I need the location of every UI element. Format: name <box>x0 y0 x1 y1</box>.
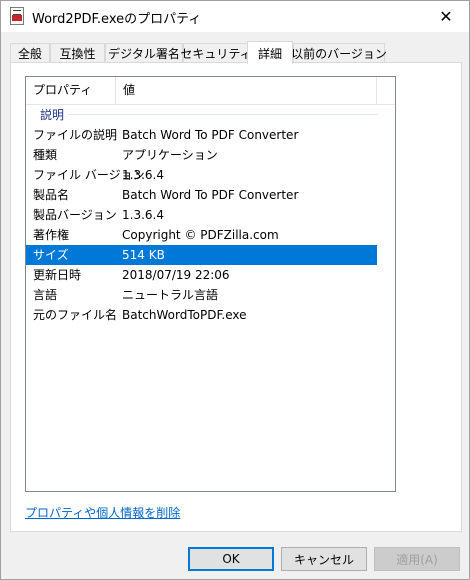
tab-digital-signatures[interactable]: デジタル署名 <box>105 43 183 63</box>
group-header-description: 説明 <box>26 105 395 123</box>
row-value: アプリケーション <box>122 148 218 162</box>
row-value: 1.3.6.4 <box>122 168 164 182</box>
row-key: 種類 <box>33 148 58 162</box>
cancel-button[interactable]: キャンセル <box>281 547 367 571</box>
apply-button[interactable]: 適用(A) <box>374 547 460 571</box>
row-key: 製品名 <box>33 188 70 202</box>
title-bar: Word2PDF.exeのプロパティ ✕ <box>1 1 469 32</box>
window-title: Word2PDF.exeのプロパティ <box>32 12 202 27</box>
list-row-date-modified[interactable]: 更新日時 2018/07/19 22:06 <box>26 265 377 285</box>
list-row-copyright[interactable]: 著作権 Copyright © PDFZilla.com <box>26 225 377 245</box>
list-row-type[interactable]: 種類 アプリケーション <box>26 145 377 165</box>
row-value: ニュートラル言語 <box>122 288 219 302</box>
list-row-original-filename[interactable]: 元のファイル名 BatchWordToPDF.exe <box>26 305 377 325</box>
list-row-file-description[interactable]: ファイルの説明 Batch Word To PDF Converter <box>26 125 377 145</box>
row-value: 514 KB <box>122 248 165 262</box>
row-key: ファイルの説明 <box>33 128 118 142</box>
row-value: BatchWordToPDF.exe <box>122 308 247 322</box>
list-row-file-version[interactable]: ファイル バージョン 1.3.6.4 <box>26 165 377 185</box>
group-label: 説明 <box>40 106 69 123</box>
details-list[interactable]: プロパティ 値 説明 ファイルの説明 Batch Word To PDF Con… <box>25 76 396 492</box>
row-value: Copyright © PDFZilla.com <box>122 228 279 242</box>
tab-previous-versions[interactable]: 以前のバージョン <box>291 43 387 63</box>
properties-dialog: Word2PDF.exeのプロパティ ✕ 全般 互換性 デジタル署名 セキュリテ… <box>0 0 470 580</box>
tab-security[interactable]: セキュリティ <box>180 43 252 63</box>
row-key: 元のファイル名 <box>33 308 118 322</box>
tab-general[interactable]: 全般 <box>10 43 50 63</box>
pdf-exe-icon <box>10 7 24 25</box>
column-header-value[interactable]: 値 <box>116 77 377 104</box>
list-row-product-name[interactable]: 製品名 Batch Word To PDF Converter <box>26 185 377 205</box>
close-icon: ✕ <box>439 7 453 26</box>
row-key: 更新日時 <box>33 268 82 282</box>
row-key: 言語 <box>33 288 58 302</box>
row-key: 製品バージョン <box>33 208 117 222</box>
remove-properties-link[interactable]: プロパティや個人情報を削除 <box>25 504 180 521</box>
tab-strip: 全般 互換性 デジタル署名 セキュリティ 詳細 以前のバージョン <box>10 41 462 64</box>
tab-compatibility[interactable]: 互換性 <box>50 43 105 63</box>
group-divider <box>68 114 378 115</box>
list-row-language[interactable]: 言語 ニュートラル言語 <box>26 285 377 305</box>
row-value: Batch Word To PDF Converter <box>122 188 299 202</box>
ok-button[interactable]: OK <box>188 547 274 571</box>
row-key: サイズ <box>33 248 69 262</box>
row-value: 2018/07/19 22:06 <box>122 268 230 282</box>
list-header: プロパティ 値 <box>26 77 395 105</box>
close-button[interactable]: ✕ <box>423 1 469 32</box>
row-value: 1.3.6.4 <box>122 208 164 222</box>
tab-details[interactable]: 詳細 <box>247 41 293 64</box>
list-row-size[interactable]: サイズ 514 KB <box>26 245 377 265</box>
column-header-property[interactable]: プロパティ <box>26 77 116 104</box>
details-panel: プロパティ 値 説明 ファイルの説明 Batch Word To PDF Con… <box>10 62 462 532</box>
list-row-product-version[interactable]: 製品バージョン 1.3.6.4 <box>26 205 377 225</box>
row-value: Batch Word To PDF Converter <box>122 128 299 142</box>
row-key: 著作権 <box>33 228 70 242</box>
